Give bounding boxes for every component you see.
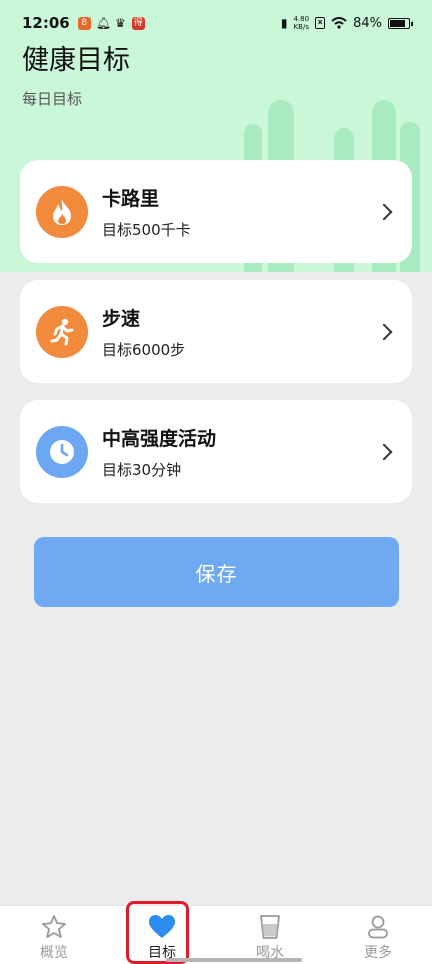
status-time: 12:06 [22,14,70,32]
network-speed-unit: KB/s [293,23,309,31]
bell-icon: 🔔︎ [95,15,111,30]
goal-name: 卡路里 [102,187,160,210]
goal-card-calories[interactable]: 卡路里 目标500千卡 [20,160,412,263]
goal-target: 目标30分钟 [102,460,182,479]
battery-icon [388,17,413,29]
battery-percent: 84% [353,15,382,31]
running-icon [36,305,88,358]
nav-item-overview[interactable]: 概览 [0,906,108,964]
wifi-icon [331,17,347,29]
home-indicator[interactable] [166,958,302,962]
app-notification-icon: 8 [77,16,91,30]
clock-icon [36,425,88,478]
goal-target: 目标500千卡 [102,220,191,239]
cup-icon [259,914,281,940]
star-icon [41,914,67,940]
chevron-right-icon [375,443,393,460]
goal-name: 步速 [102,307,141,330]
nav-label: 概览 [40,945,68,961]
chevron-right-icon [375,323,393,340]
network-speed: 4.80 KB/s [294,15,310,31]
page-title: 健康目标 [22,45,130,76]
bottom-nav: 概览 目标 喝水 更多 [0,905,432,964]
nav-item-water[interactable]: 喝水 [216,906,324,964]
network-speed-value: 4.80 [293,15,310,23]
save-button[interactable]: 保存 [34,537,399,607]
goal-target: 目标6000步 [102,340,186,359]
crown-icon: ♛ [114,15,126,30]
vibrate-icon: ▮ [280,16,288,30]
person-icon [366,914,390,940]
nav-label: 更多 [364,945,392,961]
goal-card-activity[interactable]: 中高强度活动 目标30分钟 [20,400,412,503]
nav-item-more[interactable]: 更多 [324,906,432,964]
page-subtitle: 每日目标 [22,90,83,108]
goal-name: 中高强度活动 [102,427,217,450]
goal-card-steps[interactable]: 步速 目标6000步 [20,280,412,383]
chevron-right-icon [375,203,393,220]
selection-highlight [126,901,189,964]
status-right: ▮ 4.80 KB/s x 84% [280,15,413,31]
sim-icon: x [315,17,326,29]
fire-icon [36,185,88,238]
app-notification-icon-2: 得 [131,16,145,30]
